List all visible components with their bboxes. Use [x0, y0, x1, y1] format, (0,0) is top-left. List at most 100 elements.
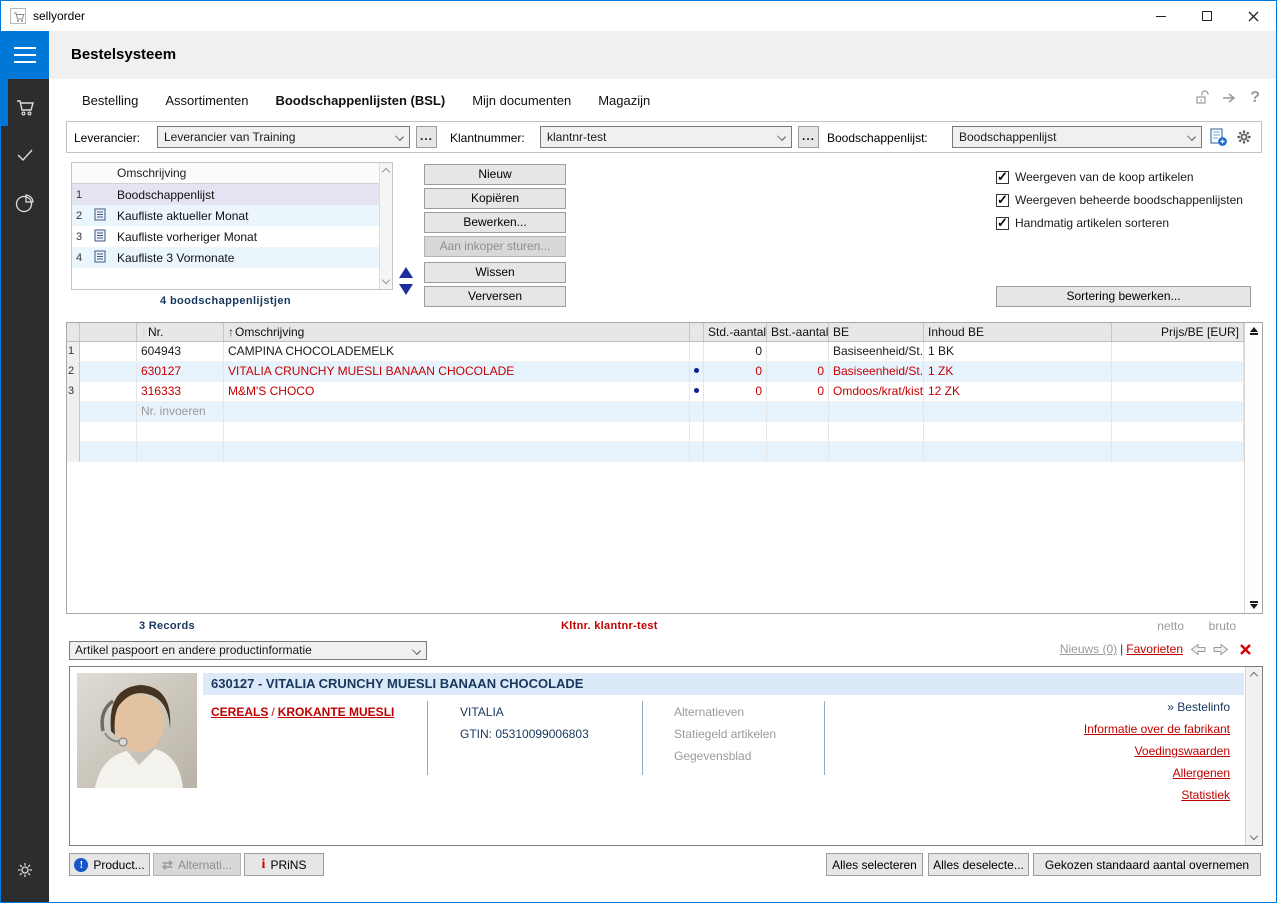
boodschappenlijst-select[interactable]: Boodschappenlijst — [952, 126, 1202, 148]
column-omschrijving[interactable]: ↑Omschrijving — [224, 323, 690, 341]
bruto-label: bruto — [1208, 619, 1236, 633]
checkbox-icon[interactable] — [996, 169, 1009, 185]
checkmark-icon[interactable] — [1, 135, 49, 175]
next-arrow-icon[interactable] — [1213, 642, 1229, 656]
close-icon — [1248, 11, 1258, 21]
article-entry-row[interactable]: Nr. invoeren — [67, 402, 1244, 422]
sortering-bewerken-button[interactable]: Sortering bewerken... — [996, 286, 1251, 307]
cart-icon[interactable] — [1, 87, 49, 127]
leverancier-browse-button[interactable]: ... — [416, 126, 437, 148]
scrollbar[interactable] — [379, 163, 392, 289]
table-side-strip — [1244, 323, 1262, 613]
verversen-button[interactable]: Verversen — [424, 286, 566, 307]
scroll-up-icon[interactable] — [1249, 671, 1259, 681]
nr-entry-field[interactable]: Nr. invoeren — [137, 402, 224, 422]
chevron-down-icon — [777, 132, 786, 141]
chevron-down-icon — [395, 132, 404, 141]
scrollbar[interactable] — [1245, 667, 1262, 845]
wissen-button[interactable]: Wissen — [424, 262, 566, 283]
statiegeld-link-disabled: Statiegeld artikelen — [674, 727, 777, 741]
maximize-button[interactable] — [1184, 1, 1230, 31]
checkbox-beheerde-lijsten[interactable]: Weergeven beheerde boodschappenlijsten — [996, 192, 1243, 208]
sort-arrow-icon: ↑ — [228, 325, 234, 339]
column-omschrijving[interactable]: Omschrijving — [112, 166, 379, 180]
product-info-select[interactable]: Artikel paspoort en andere productinform… — [69, 641, 427, 660]
tab-magazijn[interactable]: Magazijn — [598, 93, 650, 108]
divider — [427, 701, 428, 775]
alles-deselecteren-button[interactable]: Alles deselecte... — [928, 853, 1029, 876]
column-bst-aantal[interactable]: Bst.-aantal — [767, 323, 829, 341]
checkbox-icon[interactable] — [996, 192, 1009, 208]
checkbox-koop-artikelen[interactable]: Weergeven van de koop artikelen — [996, 169, 1194, 185]
nieuw-button[interactable]: Nieuw — [424, 164, 566, 185]
checkbox-icon[interactable] — [996, 215, 1009, 231]
column-inhoud-be[interactable]: Inhoud BE — [924, 323, 1112, 341]
help-icon[interactable]: ? — [1250, 89, 1260, 107]
reorder-arrows — [398, 264, 416, 298]
settings-gear-icon[interactable] — [1, 850, 49, 890]
column-nr[interactable]: ↑Nr. — [137, 323, 224, 341]
column-prijs-be[interactable]: Prijs/BE [EUR] — [1112, 323, 1244, 341]
list-item[interactable]: 4 Kaufliste 3 Vormonate — [72, 247, 379, 268]
prins-button[interactable]: i PRiNS — [244, 853, 324, 876]
nieuws-link[interactable]: Nieuws (0) — [1060, 642, 1117, 656]
voedingswaarden-link[interactable]: Voedingswaarden — [1135, 744, 1230, 758]
tab-assortimenten[interactable]: Assortimenten — [165, 93, 248, 108]
favorieten-link[interactable]: Favorieten — [1126, 642, 1183, 656]
aan-inkoper-sturen-button: Aan inkoper sturen... — [424, 236, 566, 257]
alles-selecteren-button[interactable]: Alles selecteren — [826, 853, 923, 876]
support-agent-photo — [77, 673, 197, 788]
forward-arrow-icon[interactable] — [1221, 91, 1239, 105]
close-panel-icon[interactable] — [1239, 643, 1252, 656]
prev-arrow-icon[interactable] — [1190, 642, 1206, 656]
tab-mijn-documenten[interactable]: Mijn documenten — [472, 93, 571, 108]
checkbox-handmatig-sorteren[interactable]: Handmatig artikelen sorteren — [996, 215, 1169, 231]
kopieren-button[interactable]: Kopiëren — [424, 188, 566, 209]
articles-header-row: ↑Nr. ↑Omschrijving Std.-aantal Bst.-aant… — [67, 323, 1244, 342]
scroll-down-icon[interactable] — [1249, 831, 1259, 841]
bewerken-button[interactable]: Bewerken... — [424, 212, 566, 233]
collapse-top-icon[interactable] — [1249, 327, 1258, 335]
list-settings-gear-icon[interactable] — [1235, 128, 1253, 149]
product-detail-panel: 630127 - VITALIA CRUNCHY MUESLI BANAAN C… — [69, 666, 1263, 846]
brand-label: VITALIA — [460, 705, 504, 719]
product-button[interactable]: ! Product... — [69, 853, 150, 876]
leverancier-select[interactable]: Leverancier van Training — [157, 126, 410, 148]
move-down-button[interactable] — [398, 281, 414, 298]
list-item[interactable]: 1 Boodschappenlijst — [72, 184, 379, 205]
pie-chart-icon[interactable] — [1, 183, 49, 223]
list-item[interactable]: 3 Kaufliste vorheriger Monat — [72, 226, 379, 247]
tab-boodschappenlijsten[interactable]: Boodschappenlijsten (BSL) — [275, 93, 445, 108]
klantnummer-select[interactable]: klantnr-test — [540, 126, 792, 148]
fabrikant-info-link[interactable]: Informatie over de fabrikant — [1084, 722, 1230, 736]
scroll-up-icon[interactable] — [381, 167, 391, 177]
chevron-down-icon — [412, 646, 421, 655]
new-list-icon[interactable] — [1209, 128, 1228, 150]
scroll-down-icon[interactable] — [381, 275, 391, 285]
list-item[interactable]: 2 Kaufliste aktueller Monat — [72, 205, 379, 226]
close-button[interactable] — [1230, 1, 1276, 31]
category-link-cereals[interactable]: CEREALS — [211, 705, 268, 719]
allergenen-link[interactable]: Allergenen — [1173, 766, 1230, 780]
lock-open-icon[interactable] — [1194, 90, 1210, 106]
klantnummer-browse-button[interactable]: ... — [798, 126, 819, 148]
gekozen-standaard-button[interactable]: Gekozen standaard aantal overnemen — [1033, 853, 1261, 876]
column-be[interactable]: BE — [829, 323, 924, 341]
hamburger-menu-button[interactable] — [1, 31, 49, 79]
category-link-krokante-muesli[interactable]: KROKANTE MUESLI — [278, 705, 395, 719]
table-row[interactable]: 1 604943 CAMPINA CHOCOLADEMELK 0 Basisee… — [67, 342, 1244, 362]
alternatief-button: ⇄ Alternati... — [153, 853, 241, 876]
statistiek-link[interactable]: Statistiek — [1181, 788, 1230, 802]
column-std-aantal[interactable]: Std.-aantal — [704, 323, 767, 341]
bestelinfo-link[interactable]: » Bestelinfo — [1167, 700, 1230, 714]
table-row-selected[interactable]: 2 630127 VITALIA CRUNCHY MUESLI BANAAN C… — [67, 362, 1244, 382]
collapse-bottom-icon[interactable] — [1249, 601, 1258, 609]
detail-title: 630127 - VITALIA CRUNCHY MUESLI BANAAN C… — [203, 673, 1244, 695]
module-header: Bestelsysteem — [49, 31, 1276, 79]
move-up-button[interactable] — [398, 264, 414, 281]
netto-label: netto — [1157, 619, 1184, 633]
table-row[interactable]: 3 316333 M&M'S CHOCO 0 0 Omdoos/krat/kis… — [67, 382, 1244, 402]
articles-table: ↑Nr. ↑Omschrijving Std.-aantal Bst.-aant… — [66, 322, 1263, 614]
tab-bestelling[interactable]: Bestelling — [82, 93, 138, 108]
minimize-button[interactable] — [1138, 1, 1184, 31]
